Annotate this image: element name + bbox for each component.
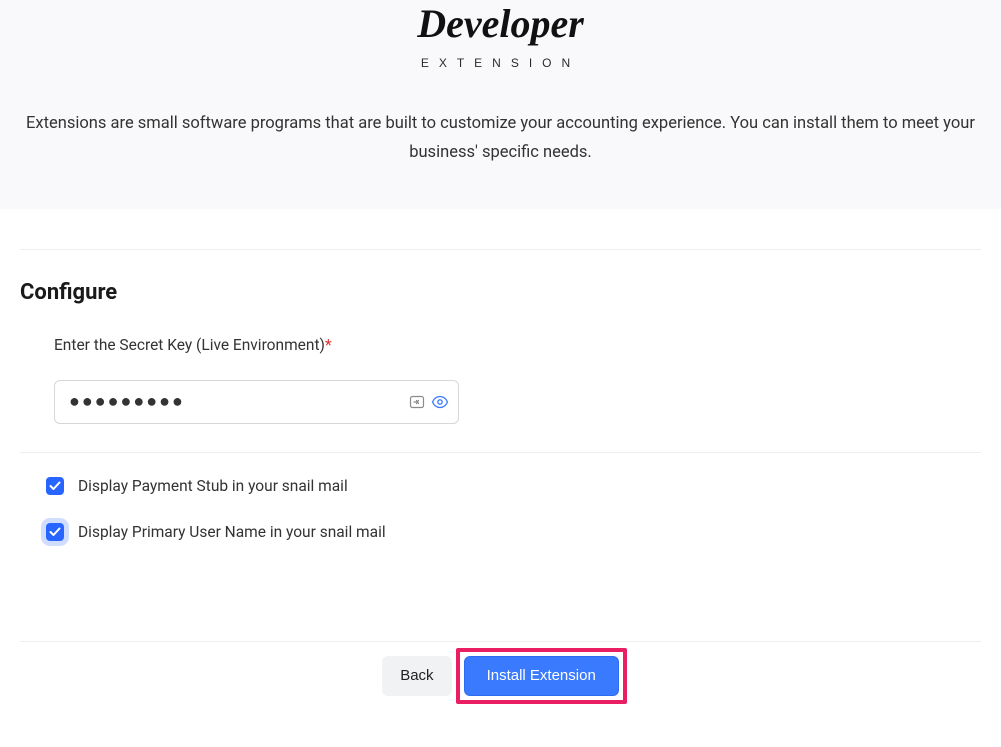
header-banner: Developer EXTENSION Extensions are small… [0, 0, 1001, 209]
checkbox-label: Display Payment Stub in your snail mail [78, 477, 348, 495]
checkbox-primary-user[interactable] [46, 523, 64, 541]
content-area: Configure Enter the Secret Key (Live Env… [0, 249, 1001, 696]
scrollbar[interactable] [991, 603, 1001, 627]
back-button[interactable]: Back [382, 656, 451, 696]
checkbox-label: Display Primary User Name in your snail … [78, 523, 386, 541]
brand-title: Developer [0, 4, 1001, 44]
secret-key-label: Enter the Secret Key (Live Environment) [54, 336, 325, 354]
eye-icon[interactable] [431, 395, 449, 409]
install-extension-button[interactable]: Install Extension [464, 656, 619, 696]
divider [20, 249, 981, 250]
footer-buttons: Back Install Extension [20, 642, 981, 696]
secret-key-input-wrap [54, 380, 459, 424]
install-button-wrap: Install Extension [464, 656, 619, 696]
form-block: Enter the Secret Key (Live Environment)* [20, 305, 981, 424]
secret-key-input[interactable] [54, 380, 459, 424]
checkbox-payment-stub[interactable] [46, 477, 64, 495]
brand-subtitle: EXTENSION [0, 56, 1001, 70]
section-title: Configure [20, 280, 981, 305]
brand-block: Developer EXTENSION [0, 0, 1001, 70]
required-asterisk: * [325, 335, 332, 354]
intro-text: Extensions are small software programs t… [0, 90, 1001, 168]
divider [20, 452, 981, 453]
option-row-payment-stub: Display Payment Stub in your snail mail [46, 477, 981, 495]
secret-key-label-row: Enter the Secret Key (Live Environment)* [54, 335, 981, 354]
password-store-icon[interactable] [409, 395, 425, 409]
option-row-primary-user: Display Primary User Name in your snail … [46, 523, 981, 541]
input-adornments [409, 395, 449, 409]
